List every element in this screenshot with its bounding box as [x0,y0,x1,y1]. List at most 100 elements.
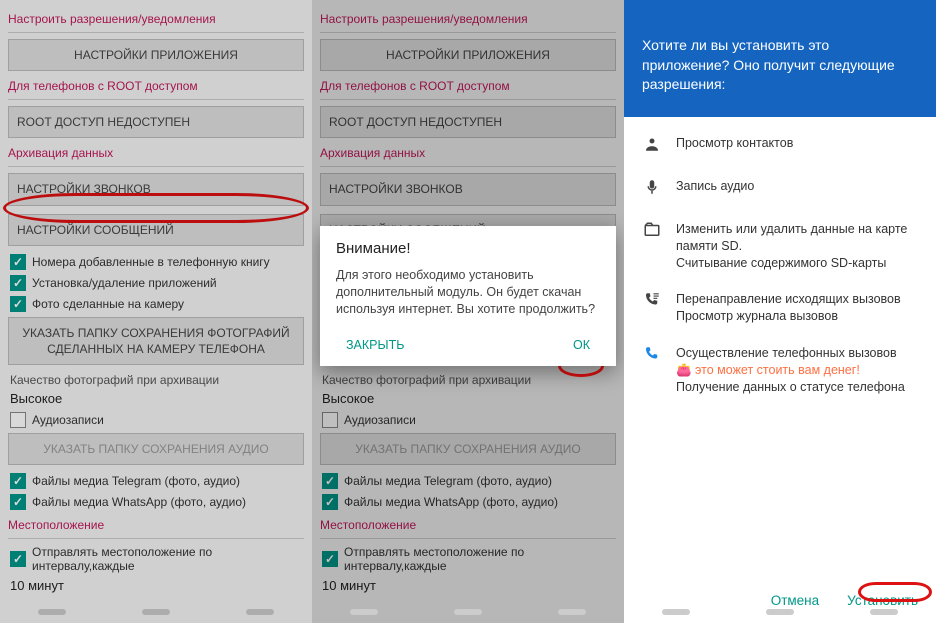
divider [8,99,304,100]
quality-label: Качество фотографий при архивации [322,373,616,387]
audio-folder-button[interactable]: УКАЗАТЬ ПАПКУ СОХРАНЕНИЯ АУДИО [320,433,616,465]
root-button[interactable]: ROOT ДОСТУП НЕДОСТУПЕН [8,106,304,138]
checkbox-label: Аудиозаписи [32,413,104,427]
dialog-body: Для этого необходимо установить дополнит… [336,267,600,318]
checkbox-label: Отправлять местоположение по интервалу,к… [32,545,304,573]
nav-recent-icon[interactable] [870,609,898,615]
checkbox-audio-row[interactable]: Аудиозаписи [10,412,304,428]
permission-warning: это может стоить вам денег! [695,363,860,377]
checkbox-icon [10,473,26,489]
checkbox-label: Файлы медиа Telegram (фото, аудио) [344,474,552,488]
divider [8,538,304,539]
permission-text: Просмотр контактов [676,135,793,152]
permission-text: Перенаправление исходящих вызовов Просмо… [676,291,901,325]
install-header: Хотите ли вы установить это приложение? … [624,0,936,117]
checkbox-label: Номера добавленные в телефонную книгу [32,255,270,269]
permission-text: Запись аудио [676,178,754,195]
audio-folder-button[interactable]: УКАЗАТЬ ПАПКУ СОХРАНЕНИЯ АУДИО [8,433,304,465]
storage-icon [642,221,662,244]
section-permissions-title: Настроить разрешения/уведомления [320,12,616,26]
checkbox-label: Файлы медиа WhatsApp (фото, аудио) [32,495,246,509]
nav-back-icon[interactable] [662,609,690,615]
app-settings-button[interactable]: НАСТРОЙКИ ПРИЛОЖЕНИЯ [320,39,616,71]
section-archive-title: Архивация данных [8,146,304,160]
root-button[interactable]: ROOT ДОСТУП НЕДОСТУПЕН [320,106,616,138]
section-location-title: Местоположение [320,518,616,532]
calls-settings-button[interactable]: НАСТРОЙКИ ЗВОНКОВ [8,173,304,205]
checkbox-label: Файлы медиа WhatsApp (фото, аудио) [344,495,558,509]
section-permissions-title: Настроить разрешения/уведомления [8,12,304,26]
alert-dialog: Внимание! Для этого необходимо установит… [320,226,616,366]
checkbox-whatsapp-row[interactable]: Файлы медиа WhatsApp (фото, аудио) [10,494,304,510]
nav-bar [624,601,936,623]
nav-back-icon[interactable] [38,609,66,615]
nav-recent-icon[interactable] [246,609,274,615]
dialog-close-button[interactable]: ЗАКРЫТЬ [338,334,412,356]
nav-bar [312,601,624,623]
permission-row: Осуществление телефонных вызовов 👛 это м… [624,335,936,406]
nav-recent-icon[interactable] [558,609,586,615]
nav-bar [0,601,312,623]
permission-row: Просмотр контактов [624,125,936,168]
pane-settings-2: Настроить разрешения/уведомления НАСТРОЙ… [312,0,624,623]
checkbox-icon [322,412,338,428]
checkbox-contacts-row[interactable]: Номера добавленные в телефонную книгу [10,254,304,270]
section-root-title: Для телефонов с ROOT доступом [320,79,616,93]
divider [8,166,304,167]
checkbox-location-row[interactable]: Отправлять местоположение по интервалу,к… [10,545,304,573]
divider [320,99,616,100]
permission-line: Осуществление телефонных вызовов [676,346,897,360]
quality-value[interactable]: Высокое [10,391,304,406]
divider [320,538,616,539]
quality-label: Качество фотографий при архивации [10,373,304,387]
nav-home-icon[interactable] [454,609,482,615]
photo-folder-button[interactable]: УКАЗАТЬ ПАПКУ СОХРАНЕНИЯ ФОТОГРАФИЙ СДЕЛ… [8,317,304,365]
phone-icon [642,345,662,368]
quality-value[interactable]: Высокое [322,391,616,406]
permission-row: Перенаправление исходящих вызовов Просмо… [624,281,936,335]
divider [320,166,616,167]
checkbox-icon [10,551,26,567]
checkbox-label: Отправлять местоположение по интервалу,к… [344,545,616,573]
calls-settings-button[interactable]: НАСТРОЙКИ ЗВОНКОВ [320,173,616,205]
section-archive-title: Архивация данных [320,146,616,160]
app-settings-button[interactable]: НАСТРОЙКИ ПРИЛОЖЕНИЯ [8,39,304,71]
checkbox-icon [322,473,338,489]
permission-text: Осуществление телефонных вызовов 👛 это м… [676,345,905,396]
section-location-title: Местоположение [8,518,304,532]
permission-line: Получение данных о статусе телефона [676,380,905,394]
nav-home-icon[interactable] [142,609,170,615]
checkbox-telegram-row[interactable]: Файлы медиа Telegram (фото, аудио) [10,473,304,489]
messages-settings-button[interactable]: НАСТРОЙКИ СООБЩЕНИЙ [8,214,304,246]
permission-text: Изменить или удалить данные на карте пам… [676,221,918,272]
permission-list: Просмотр контактов Запись аудио Изменить… [624,117,936,406]
checkbox-icon [10,494,26,510]
pane-settings-1: Настроить разрешения/уведомления НАСТРОЙ… [0,0,312,623]
divider [8,32,304,33]
checkbox-icon [10,412,26,428]
checkbox-label: Файлы медиа Telegram (фото, аудио) [32,474,240,488]
checkbox-apps-row[interactable]: Установка/удаление приложений [10,275,304,291]
interval-value[interactable]: 10 минут [322,578,616,593]
permission-row: Запись аудио [624,168,936,211]
divider [320,32,616,33]
checkbox-label: Аудиозаписи [344,413,416,427]
checkbox-icon [10,254,26,270]
nav-home-icon[interactable] [766,609,794,615]
dialog-title: Внимание! [336,240,600,257]
contact-icon [642,135,662,158]
call-log-icon [642,291,662,314]
permission-row: Изменить или удалить данные на карте пам… [624,211,936,282]
checkbox-icon [322,494,338,510]
dialog-ok-button[interactable]: ОК [565,334,598,356]
checkbox-photos-row[interactable]: Фото сделанные на камеру [10,296,304,312]
interval-value[interactable]: 10 минут [10,578,304,593]
checkbox-icon [10,275,26,291]
pane-install: Хотите ли вы установить это приложение? … [624,0,936,623]
checkbox-label: Установка/удаление приложений [32,276,217,290]
mic-icon [642,178,662,201]
checkbox-label: Фото сделанные на камеру [32,297,184,311]
section-root-title: Для телефонов с ROOT доступом [8,79,304,93]
checkbox-icon [10,296,26,312]
nav-back-icon[interactable] [350,609,378,615]
